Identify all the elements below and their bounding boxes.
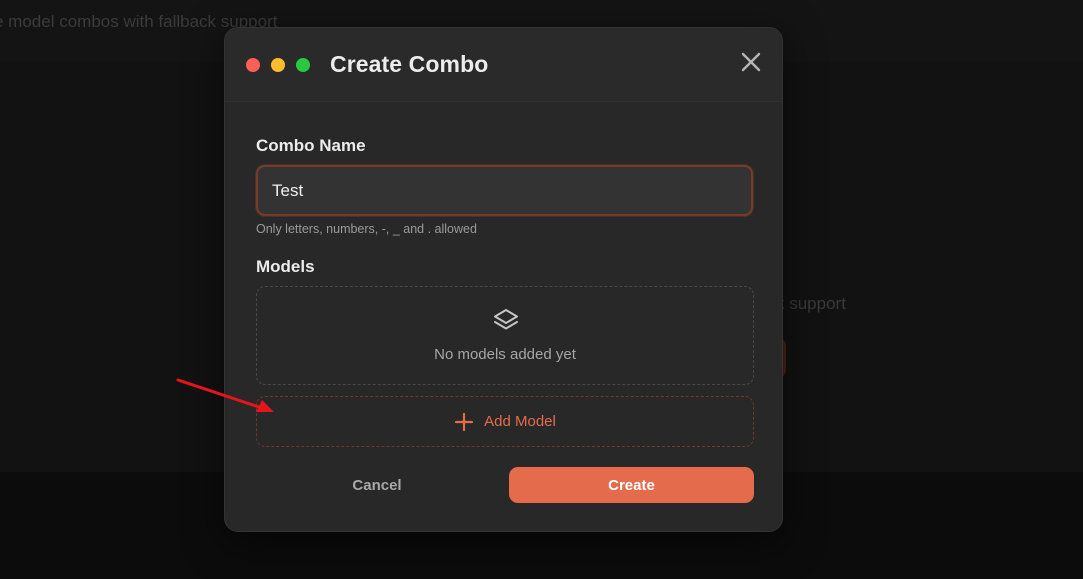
create-combo-modal: Create Combo Combo Name Only letters, nu… [224,27,783,532]
window-close-dot[interactable] [246,58,260,72]
models-label: Models [256,257,315,276]
cancel-button[interactable]: Cancel [256,468,498,502]
close-button[interactable] [737,48,765,76]
create-button[interactable]: Create [509,467,754,503]
models-empty-state: No models added yet [256,286,754,385]
layers-icon [494,309,518,330]
window-maximize-dot[interactable] [296,58,310,72]
add-model-label: Add Model [484,413,556,430]
add-model-button[interactable]: Add Model [256,396,754,447]
plus-icon [455,412,474,431]
window-minimize-dot[interactable] [271,58,285,72]
modal-header: Create Combo [225,28,782,102]
close-icon [741,52,761,72]
combo-name-label: Combo Name [256,136,366,155]
combo-name-hint: Only letters, numbers, -, _ and . allowe… [256,222,477,236]
background-card-text: k support [776,294,846,313]
combo-name-input[interactable] [256,165,753,216]
models-empty-text: No models added yet [434,346,576,363]
modal-title: Create Combo [330,51,489,77]
